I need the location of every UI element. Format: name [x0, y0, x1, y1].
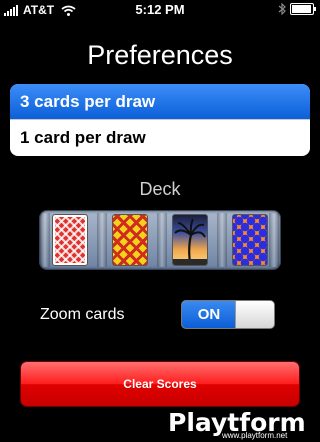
draw-option-1-card[interactable]: 1 card per draw	[10, 120, 310, 155]
bluetooth-icon	[278, 3, 286, 15]
picker-separator	[97, 213, 107, 267]
status-bar: AT&T 5:12 PM	[0, 0, 320, 20]
draw-options-list: 3 cards per draw 1 card per draw	[10, 84, 310, 156]
deck-picker[interactable]	[39, 210, 281, 270]
toggle-knob[interactable]	[235, 301, 274, 328]
battery-level	[292, 5, 311, 13]
picker-separator	[157, 213, 167, 267]
toggle-on-label: ON	[182, 301, 236, 328]
picker-separator	[269, 213, 279, 267]
status-right	[278, 3, 316, 15]
zoom-cards-toggle[interactable]: ON	[181, 300, 275, 329]
status-time: 5:12 PM	[135, 2, 185, 17]
red-lattice-card[interactable]	[52, 214, 88, 266]
deck-heading: Deck	[139, 179, 181, 199]
clear-scores-button[interactable]: Clear Scores	[20, 361, 300, 407]
zoom-cards-label: Zoom cards	[40, 306, 125, 323]
picker-separator	[40, 213, 50, 267]
palm-tree-sunset-card[interactable]	[172, 214, 208, 266]
yellow-red-lattice-card[interactable]	[112, 214, 148, 266]
draw-option-3-cards[interactable]: 3 cards per draw	[10, 84, 310, 119]
page-title: Preferences	[87, 40, 233, 70]
battery-icon	[290, 3, 316, 15]
orange-blue-dots-card[interactable]	[232, 214, 268, 266]
watermark-url: www.playtform.net	[222, 431, 288, 440]
picker-separator	[217, 213, 227, 267]
palm-tree-icon	[173, 218, 207, 265]
